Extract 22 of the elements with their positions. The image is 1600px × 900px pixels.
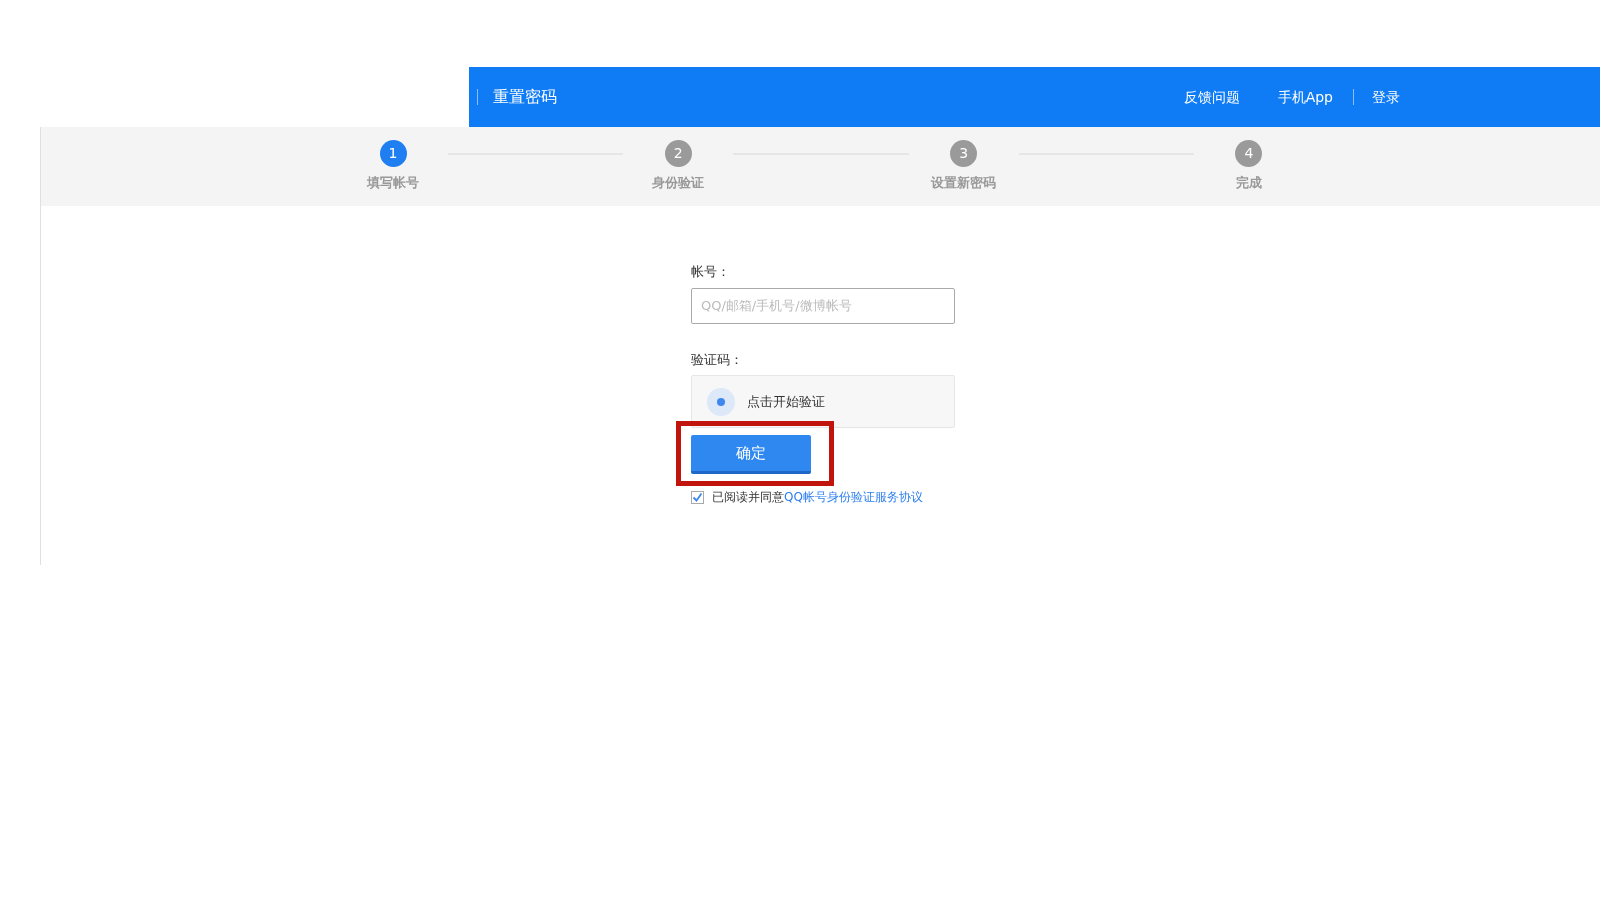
agreement-link[interactable]: QQ帐号身份验证服务协议: [784, 488, 923, 506]
captcha-widget[interactable]: 点击开始验证: [691, 375, 955, 428]
step-number: 4: [1235, 140, 1263, 167]
confirm-button[interactable]: 确定: [691, 435, 811, 474]
step-label: 完成: [1236, 174, 1262, 192]
checkbox[interactable]: [691, 490, 704, 504]
field-label: 帐号：: [691, 263, 731, 281]
account-field[interactable]: QQ/邮箱/手机号/微博帐号: [691, 287, 955, 324]
radio-dot-icon: [707, 387, 735, 416]
page-title: 重置密码: [493, 86, 557, 108]
step-number: 2: [664, 140, 692, 167]
step-label: 身份验证: [652, 174, 705, 192]
step-number: 3: [950, 140, 978, 167]
captcha-label: 点击开始验证: [747, 392, 825, 411]
step-label: 设置新密码: [931, 174, 997, 192]
nav-link[interactable]: 反馈问题: [1183, 86, 1240, 108]
step-number: 1: [379, 140, 407, 167]
step-label: 填写帐号: [367, 174, 419, 192]
nav-link[interactable]: 登录: [1372, 86, 1400, 108]
nav-link[interactable]: 手机App: [1277, 86, 1333, 108]
agreement-text: 已阅读并同意: [712, 489, 784, 506]
field-label: 验证码：: [691, 350, 744, 369]
